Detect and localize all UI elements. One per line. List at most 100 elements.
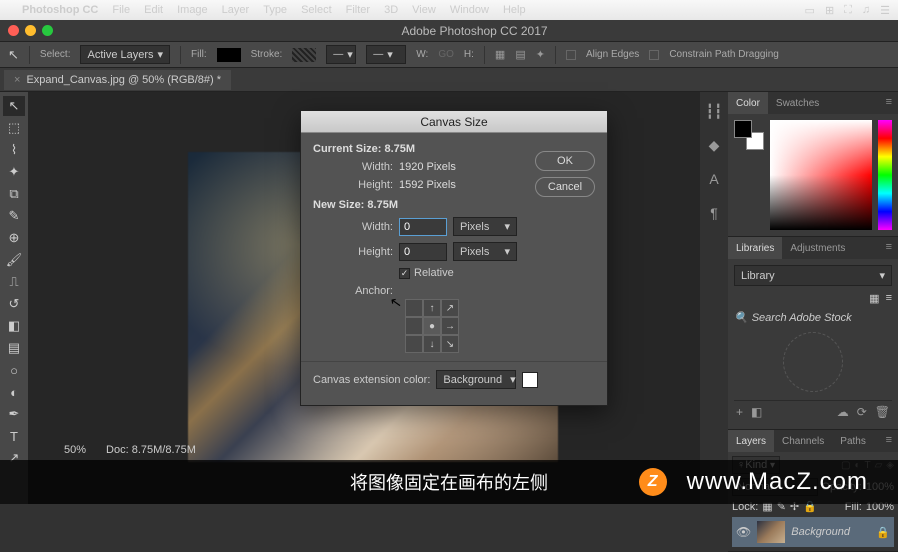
brush-tool[interactable]: 🖌 <box>3 250 25 270</box>
align-edges-checkbox[interactable] <box>566 50 576 60</box>
anchor-e[interactable]: → <box>441 317 459 335</box>
layer-thumbnail[interactable] <box>757 521 785 543</box>
select-dropdown[interactable]: Active Layers▾ <box>80 45 170 64</box>
menubar-audio-icon[interactable]: ♫ <box>862 4 870 16</box>
anchor-n[interactable]: ↑ <box>423 299 441 317</box>
eraser-tool[interactable]: ◧ <box>3 316 25 336</box>
cancel-button[interactable]: Cancel <box>535 177 595 197</box>
width-unit-select[interactable]: Pixels▾ <box>453 217 517 236</box>
character-panel-icon[interactable]: A <box>705 170 723 188</box>
layer-background[interactable]: 👁 Background 🔒 <box>732 517 894 547</box>
menu-window[interactable]: Window <box>450 4 489 16</box>
tab-swatches[interactable]: Swatches <box>768 92 827 114</box>
lasso-tool[interactable]: ⌇ <box>3 140 25 160</box>
color-picker[interactable] <box>770 120 872 230</box>
tab-layers[interactable]: Layers <box>728 430 774 452</box>
type-tool[interactable]: T <box>3 426 25 446</box>
paragraph-panel-icon[interactable]: ¶ <box>705 204 723 222</box>
lock-icon[interactable]: 🔒 <box>876 526 890 539</box>
anchor-grid[interactable]: ↑↗ ●→ ↓↘ <box>405 299 595 353</box>
anchor-c[interactable]: ● <box>423 317 441 335</box>
close-tab-icon[interactable]: × <box>14 74 20 86</box>
menubar-screen-icon[interactable]: ▭ <box>805 4 815 17</box>
stroke-style[interactable]: —▾ <box>366 45 406 64</box>
menu-file[interactable]: File <box>112 4 130 16</box>
anchor-ne[interactable]: ↗ <box>441 299 459 317</box>
path-arrange-icon[interactable]: ▤ <box>515 48 525 61</box>
menu-select[interactable]: Select <box>301 4 332 16</box>
menu-layer[interactable]: Layer <box>222 4 250 16</box>
path-align-icon[interactable]: ▦ <box>495 48 505 61</box>
tab-channels[interactable]: Channels <box>774 430 832 452</box>
close-window-button[interactable] <box>8 25 19 36</box>
menubar-search-icon[interactable]: ☰ <box>880 4 890 17</box>
ext-color-select[interactable]: Background▾ <box>436 370 516 389</box>
tab-libraries[interactable]: Libraries <box>728 237 782 259</box>
menu-view[interactable]: View <box>412 4 436 16</box>
stamp-tool[interactable]: ⎍ <box>3 272 25 292</box>
library-dropzone[interactable] <box>783 332 843 392</box>
tab-adjustments[interactable]: Adjustments <box>782 237 853 259</box>
menu-edit[interactable]: Edit <box>144 4 163 16</box>
anchor-s[interactable]: ↓ <box>423 335 441 353</box>
menu-type[interactable]: Type <box>263 4 287 16</box>
pen-tool[interactable]: ✒ <box>3 404 25 424</box>
lib-sync-icon[interactable]: ⟳ <box>857 405 867 419</box>
height-unit-select[interactable]: Pixels▾ <box>453 242 517 261</box>
ext-color-swatch[interactable] <box>522 372 538 388</box>
move-tool[interactable]: ↖ <box>3 96 25 116</box>
foreground-color[interactable] <box>734 120 752 138</box>
hue-strip[interactable] <box>878 120 892 230</box>
lib-trash-icon[interactable]: 🗑 <box>875 405 890 419</box>
gradient-tool[interactable]: ▤ <box>3 338 25 358</box>
menu-3d[interactable]: 3D <box>384 4 398 16</box>
color-panel-menu-icon[interactable]: ≡ <box>880 92 898 114</box>
menu-help[interactable]: Help <box>503 4 526 16</box>
tab-paths[interactable]: Paths <box>832 430 874 452</box>
healing-tool[interactable]: ⊕ <box>3 228 25 248</box>
fill-swatch[interactable] <box>217 48 241 62</box>
lib-add-icon[interactable]: + <box>736 405 743 419</box>
zoom-level[interactable]: 50% <box>64 444 86 456</box>
constrain-checkbox[interactable] <box>649 50 659 60</box>
lib-grid-icon[interactable]: ▦ <box>869 292 879 305</box>
properties-panel-icon[interactable]: ◆ <box>705 136 723 154</box>
lib-list-icon[interactable]: ≡ <box>886 292 892 305</box>
anchor-se[interactable]: ↘ <box>441 335 459 353</box>
minimize-window-button[interactable] <box>25 25 36 36</box>
menu-image[interactable]: Image <box>177 4 208 16</box>
marquee-tool[interactable]: ⬚ <box>3 118 25 138</box>
fg-bg-color[interactable] <box>734 120 764 150</box>
blur-tool[interactable]: ○ <box>3 360 25 380</box>
lib-cloud-icon[interactable]: ☁ <box>837 405 849 419</box>
anchor-sw[interactable] <box>405 335 423 353</box>
new-height-input[interactable] <box>399 243 447 261</box>
layers-panel-menu-icon[interactable]: ≡ <box>880 430 898 452</box>
stroke-swatch[interactable] <box>292 48 316 62</box>
library-select[interactable]: Library▾ <box>734 265 892 286</box>
layer-name[interactable]: Background <box>791 526 850 538</box>
ok-button[interactable]: OK <box>535 151 595 171</box>
library-search[interactable]: 🔍Search Adobe Stock <box>734 311 892 324</box>
menubar-display-icon[interactable]: ⊞ <box>825 4 834 17</box>
magic-wand-tool[interactable]: ✦ <box>3 162 25 182</box>
link-wh-icon[interactable]: GO <box>438 49 454 60</box>
app-name[interactable]: Photoshop CC <box>22 4 98 16</box>
tab-color[interactable]: Color <box>728 92 768 114</box>
anchor-w[interactable] <box>405 317 423 335</box>
history-brush-tool[interactable]: ↺ <box>3 294 25 314</box>
crop-tool[interactable]: ⧉ <box>3 184 25 204</box>
lib-stock-icon[interactable]: ◧ <box>751 405 762 419</box>
menu-filter[interactable]: Filter <box>346 4 370 16</box>
move-tool-icon[interactable]: ↖ <box>8 47 19 63</box>
eyedropper-tool[interactable]: ✎ <box>3 206 25 226</box>
libraries-panel-menu-icon[interactable]: ≡ <box>880 237 898 259</box>
menubar-fullscreen-icon[interactable]: ⛶ <box>844 4 852 17</box>
anchor-nw[interactable] <box>405 299 423 317</box>
history-panel-icon[interactable]: ┇┇ <box>705 102 723 120</box>
visibility-icon[interactable]: 👁 <box>736 525 751 539</box>
dodge-tool[interactable]: ◐ <box>3 382 25 402</box>
relative-checkbox[interactable] <box>399 268 410 279</box>
stroke-width[interactable]: —▾ <box>326 45 356 64</box>
document-tab[interactable]: × Expand_Canvas.jpg @ 50% (RGB/8#) * <box>4 70 231 90</box>
